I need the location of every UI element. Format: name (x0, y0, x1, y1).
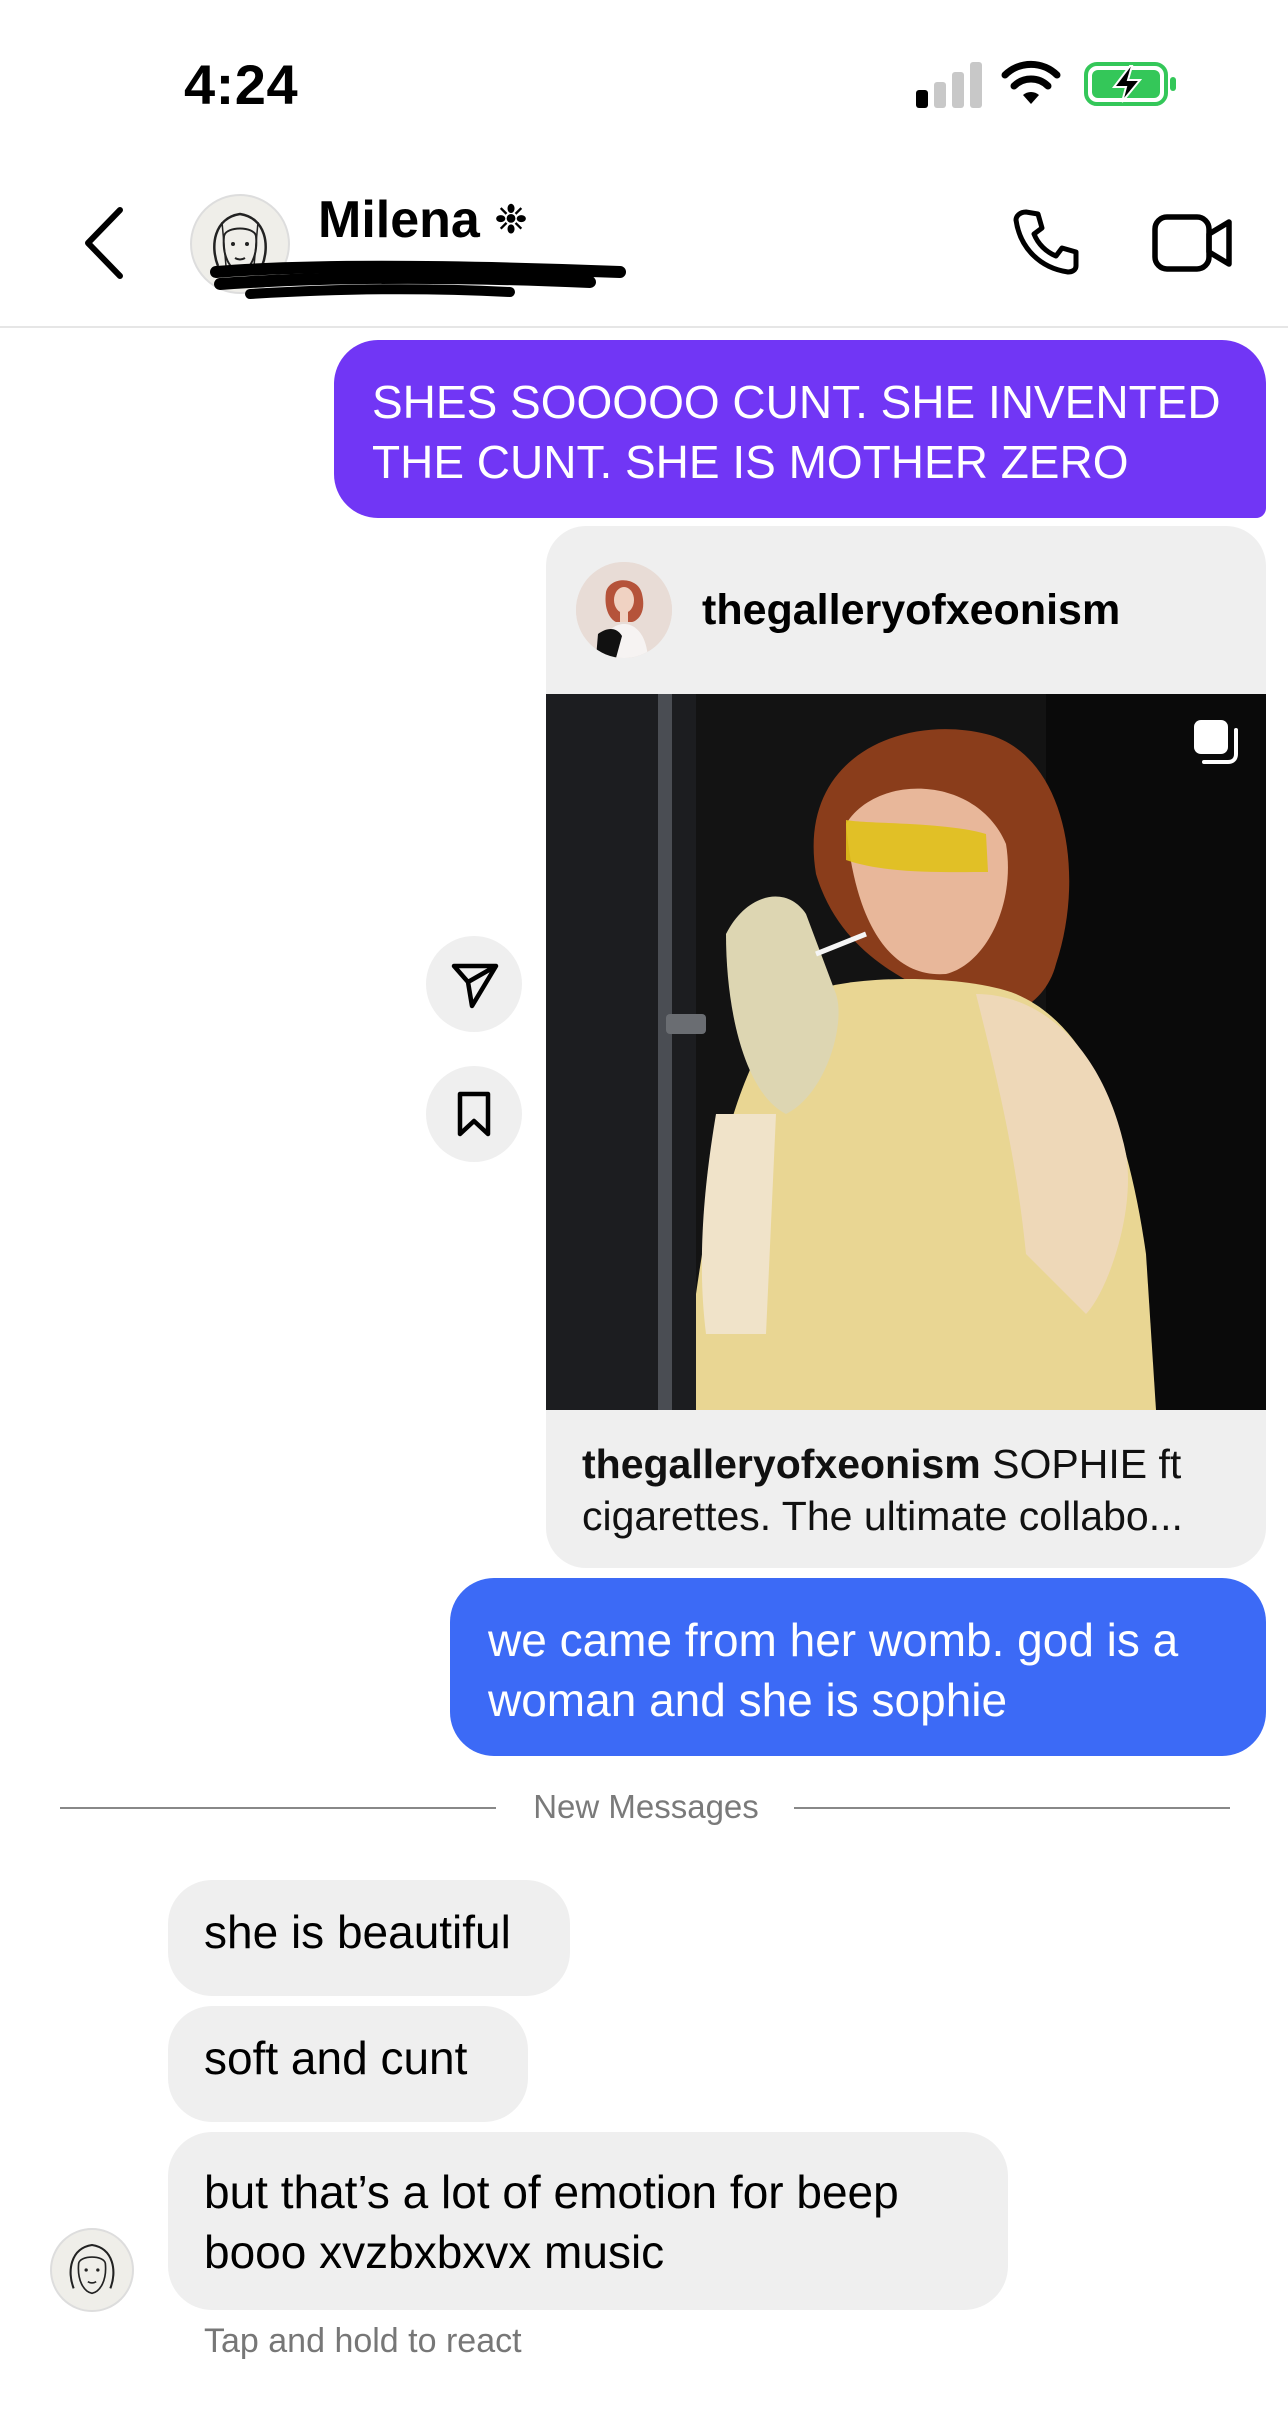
save-post-button[interactable] (426, 1066, 522, 1162)
carousel-icon (1194, 720, 1238, 764)
caption-username: thegalleryofxeonism (582, 1441, 981, 1487)
line-drawing-portrait-icon (69, 2243, 115, 2295)
outgoing-message-bubble[interactable]: SHES SOOOOO CUNT. SHE INVENTED THE CUNT.… (334, 340, 1266, 518)
divider-line-right (794, 1807, 1230, 1809)
contact-name[interactable]: Milena ❉ (318, 190, 528, 250)
wifi-icon (1001, 60, 1061, 104)
contact-name-text: Milena (318, 191, 480, 249)
phone-icon[interactable] (1010, 206, 1082, 278)
name-badge-icon: ❉ (494, 198, 528, 242)
sender-avatar[interactable] (50, 2228, 134, 2312)
message-text: we came from her womb. god is a woman an… (488, 1614, 1179, 1726)
header-divider (0, 326, 1288, 328)
message-text: but that’s a lot of emotion for beep boo… (204, 2166, 899, 2278)
post-image[interactable] (546, 694, 1266, 1410)
message-text: soft and cunt (204, 2032, 468, 2084)
bookmark-icon (457, 1091, 491, 1137)
react-hint: Tap and hold to react (204, 2322, 522, 2360)
outgoing-message-bubble[interactable]: we came from her womb. god is a woman an… (450, 1578, 1266, 1756)
divider-line-left (60, 1807, 496, 1809)
incoming-message-bubble[interactable]: soft and cunt (168, 2006, 528, 2122)
message-text: SHES SOOOOO CUNT. SHE INVENTED THE CUNT.… (372, 376, 1221, 488)
post-photo (546, 694, 1266, 1410)
status-time: 4:24 (184, 53, 299, 116)
battery-charging-icon (1084, 62, 1176, 106)
back-chevron-icon[interactable] (80, 204, 130, 282)
profile-photo-icon (576, 562, 672, 658)
send-icon (451, 963, 499, 1009)
share-post-button[interactable] (426, 936, 522, 1032)
incoming-message-bubble[interactable]: she is beautiful (168, 1880, 570, 1996)
cellular-signal-icon (916, 62, 984, 108)
video-camera-icon[interactable] (1152, 212, 1232, 274)
post-author-avatar[interactable] (576, 562, 672, 658)
redaction-scribble (210, 260, 626, 299)
new-messages-divider-label: New Messages (533, 1788, 759, 1825)
incoming-message-bubble[interactable]: but that’s a lot of emotion for beep boo… (168, 2132, 1008, 2310)
post-author-username[interactable]: thegalleryofxeonism (702, 586, 1120, 635)
post-caption[interactable]: thegalleryofxeonism SOPHIE ft cigarettes… (582, 1438, 1242, 1542)
message-text: she is beautiful (204, 1906, 511, 1958)
